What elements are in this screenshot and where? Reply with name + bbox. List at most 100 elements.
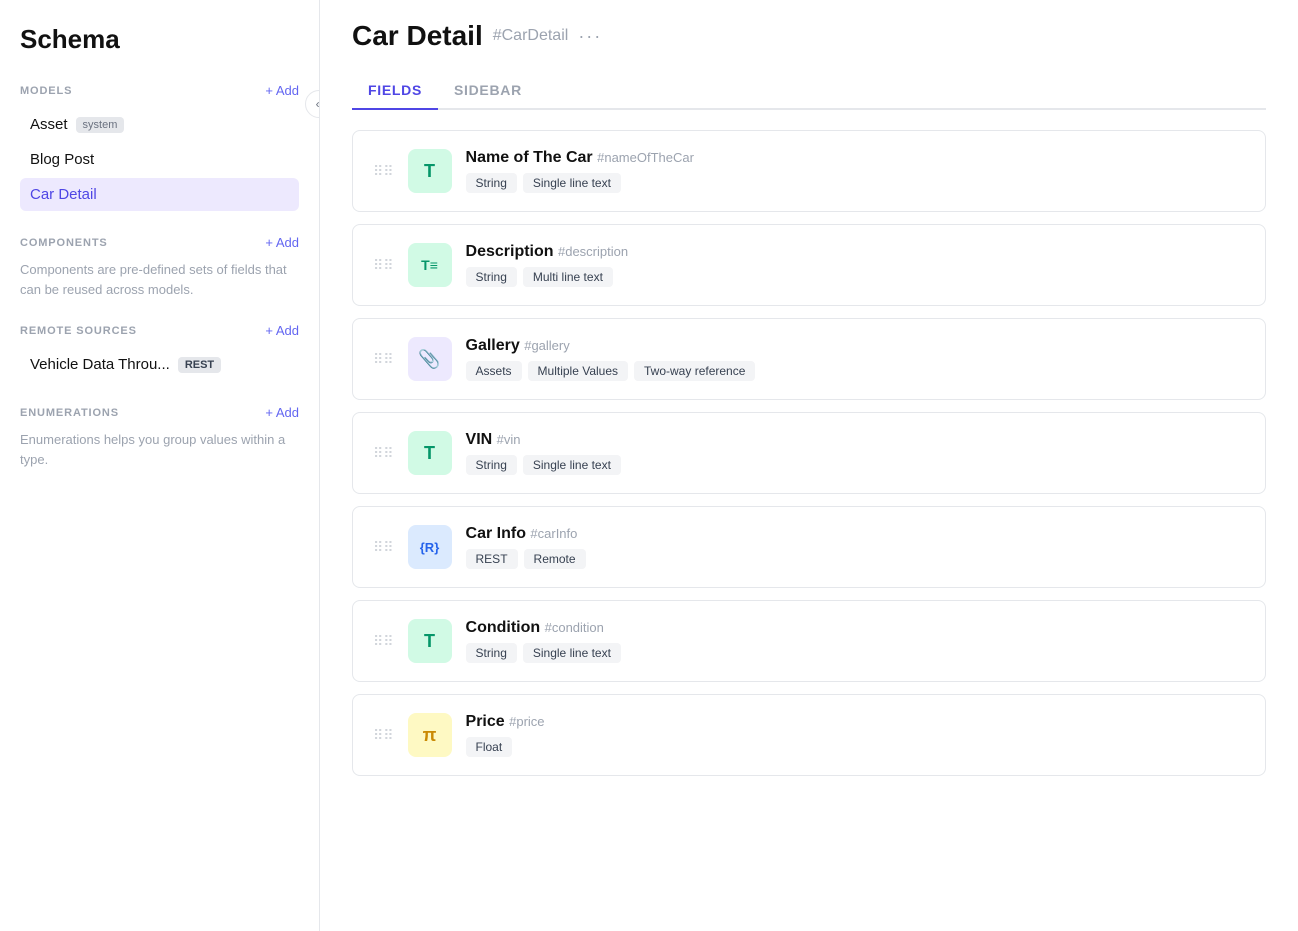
car-detail-label: Car Detail bbox=[30, 186, 97, 203]
blog-post-label: Blog Post bbox=[30, 151, 94, 168]
drag-handle-gallery[interactable]: ⠿⠿ bbox=[373, 351, 394, 368]
field-info-name-of-the-car: Name of The Car #nameOfTheCar String Sin… bbox=[466, 149, 1245, 193]
components-section-header: COMPONENTS + Add bbox=[20, 235, 299, 250]
tag-float: Float bbox=[466, 737, 513, 757]
drag-handle-description[interactable]: ⠿⠿ bbox=[373, 257, 394, 274]
main-content: Car Detail #CarDetail ··· FIELDS SIDEBAR… bbox=[320, 0, 1298, 931]
field-icon-car-info: {R} bbox=[408, 525, 452, 569]
fields-list: ⠿⠿ T Name of The Car #nameOfTheCar Strin… bbox=[352, 130, 1266, 776]
tag-remote: Remote bbox=[524, 549, 586, 569]
field-icon-gallery: 📎 bbox=[408, 337, 452, 381]
tag-string: String bbox=[466, 455, 517, 475]
models-section-header: MODELS + Add bbox=[20, 83, 299, 98]
tab-sidebar[interactable]: SIDEBAR bbox=[438, 72, 538, 110]
models-add-button[interactable]: + Add bbox=[265, 83, 299, 98]
field-name-label: Price #price bbox=[466, 713, 1245, 731]
tag-string: String bbox=[466, 643, 517, 663]
enumerations-section-header: ENUMERATIONS + Add bbox=[20, 405, 299, 420]
drag-handle-vin[interactable]: ⠿⠿ bbox=[373, 445, 394, 462]
enumerations-add-button[interactable]: + Add bbox=[265, 405, 299, 420]
field-info-gallery: Gallery #gallery Assets Multiple Values … bbox=[466, 337, 1245, 381]
tag-string: String bbox=[466, 267, 517, 287]
field-name-label: Car Info #carInfo bbox=[466, 525, 1245, 543]
tag-rest: REST bbox=[466, 549, 518, 569]
field-card-condition: ⠿⠿ T Condition #condition String Single … bbox=[352, 600, 1266, 682]
tag-single-line-text: Single line text bbox=[523, 455, 621, 475]
field-info-price: Price #price Float bbox=[466, 713, 1245, 757]
more-options-button[interactable]: ··· bbox=[578, 26, 602, 47]
field-id-price: #price bbox=[509, 714, 544, 729]
drag-handle-price[interactable]: ⠿⠿ bbox=[373, 727, 394, 744]
field-tags-price: Float bbox=[466, 737, 1245, 757]
field-name-label: Description #description bbox=[466, 243, 1245, 261]
field-name-label: Name of The Car #nameOfTheCar bbox=[466, 149, 1245, 167]
tag-string: String bbox=[466, 173, 517, 193]
remote-source-name: Vehicle Data Throu... bbox=[30, 356, 170, 373]
components-description: Components are pre-defined sets of field… bbox=[20, 260, 299, 299]
sidebar-item-blog-post[interactable]: Blog Post bbox=[20, 143, 299, 176]
field-name-label: Condition #condition bbox=[466, 619, 1245, 637]
sidebar-title: Schema bbox=[20, 24, 299, 55]
tabs-bar: FIELDS SIDEBAR bbox=[352, 72, 1266, 110]
models-list: Asset system Blog Post Car Detail bbox=[20, 108, 299, 211]
drag-handle-condition[interactable]: ⠿⠿ bbox=[373, 633, 394, 650]
field-id-car-info: #carInfo bbox=[530, 526, 577, 541]
remote-sources-label: REMOTE SOURCES bbox=[20, 325, 137, 337]
models-label: MODELS bbox=[20, 85, 72, 97]
remote-source-vehicle[interactable]: Vehicle Data Throu... REST bbox=[20, 348, 299, 381]
field-card-gallery: ⠿⠿ 📎 Gallery #gallery Assets Multiple Va… bbox=[352, 318, 1266, 400]
sidebar-item-asset[interactable]: Asset system bbox=[20, 108, 299, 141]
page-header: Car Detail #CarDetail ··· bbox=[352, 20, 1266, 52]
asset-label: Asset bbox=[30, 116, 68, 133]
field-id-condition: #condition bbox=[545, 620, 604, 635]
field-id-description: #description bbox=[558, 244, 628, 259]
field-info-vin: VIN #vin String Single line text bbox=[466, 431, 1245, 475]
field-tags-name-of-the-car: String Single line text bbox=[466, 173, 1245, 193]
field-tags-condition: String Single line text bbox=[466, 643, 1245, 663]
components-label: COMPONENTS bbox=[20, 237, 108, 249]
field-name-label: VIN #vin bbox=[466, 431, 1245, 449]
drag-handle-name-of-the-car[interactable]: ⠿⠿ bbox=[373, 163, 394, 180]
tag-assets: Assets bbox=[466, 361, 522, 381]
remote-sources-section-header: REMOTE SOURCES + Add bbox=[20, 323, 299, 338]
page-id: #CarDetail bbox=[493, 27, 569, 45]
field-tags-car-info: REST Remote bbox=[466, 549, 1245, 569]
tag-multi-line-text: Multi line text bbox=[523, 267, 613, 287]
sidebar: Schema MODELS + Add Asset system Blog Po… bbox=[0, 0, 320, 931]
tag-single-line-text: Single line text bbox=[523, 173, 621, 193]
field-info-description: Description #description String Multi li… bbox=[466, 243, 1245, 287]
collapse-sidebar-button[interactable]: « bbox=[305, 90, 320, 118]
tab-fields[interactable]: FIELDS bbox=[352, 72, 438, 110]
field-tags-description: String Multi line text bbox=[466, 267, 1245, 287]
page-title: Car Detail bbox=[352, 20, 483, 52]
field-id-gallery: #gallery bbox=[524, 338, 570, 353]
enumerations-description: Enumerations helps you group values with… bbox=[20, 430, 299, 469]
field-card-vin: ⠿⠿ T VIN #vin String Single line text bbox=[352, 412, 1266, 494]
field-id-vin: #vin bbox=[497, 432, 521, 447]
field-icon-condition: T bbox=[408, 619, 452, 663]
remote-source-badge: REST bbox=[178, 357, 221, 373]
field-card-name-of-the-car: ⠿⠿ T Name of The Car #nameOfTheCar Strin… bbox=[352, 130, 1266, 212]
field-icon-name-of-the-car: T bbox=[408, 149, 452, 193]
field-card-description: ⠿⠿ T≡ Description #description String Mu… bbox=[352, 224, 1266, 306]
field-info-condition: Condition #condition String Single line … bbox=[466, 619, 1245, 663]
field-id-name-of-the-car: #nameOfTheCar bbox=[597, 150, 694, 165]
field-name-label: Gallery #gallery bbox=[466, 337, 1245, 355]
asset-badge: system bbox=[76, 117, 125, 133]
field-card-price: ⠿⠿ π Price #price Float bbox=[352, 694, 1266, 776]
field-info-car-info: Car Info #carInfo REST Remote bbox=[466, 525, 1245, 569]
field-icon-description: T≡ bbox=[408, 243, 452, 287]
field-tags-gallery: Assets Multiple Values Two-way reference bbox=[466, 361, 1245, 381]
remote-sources-add-button[interactable]: + Add bbox=[265, 323, 299, 338]
field-icon-price: π bbox=[408, 713, 452, 757]
tag-multiple-values: Multiple Values bbox=[528, 361, 628, 381]
tag-single-line-text: Single line text bbox=[523, 643, 621, 663]
field-card-car-info: ⠿⠿ {R} Car Info #carInfo REST Remote bbox=[352, 506, 1266, 588]
sidebar-item-car-detail[interactable]: Car Detail bbox=[20, 178, 299, 211]
field-icon-vin: T bbox=[408, 431, 452, 475]
tag-two-way-reference: Two-way reference bbox=[634, 361, 755, 381]
drag-handle-car-info[interactable]: ⠿⠿ bbox=[373, 539, 394, 556]
enumerations-label: ENUMERATIONS bbox=[20, 407, 119, 419]
components-add-button[interactable]: + Add bbox=[265, 235, 299, 250]
field-tags-vin: String Single line text bbox=[466, 455, 1245, 475]
